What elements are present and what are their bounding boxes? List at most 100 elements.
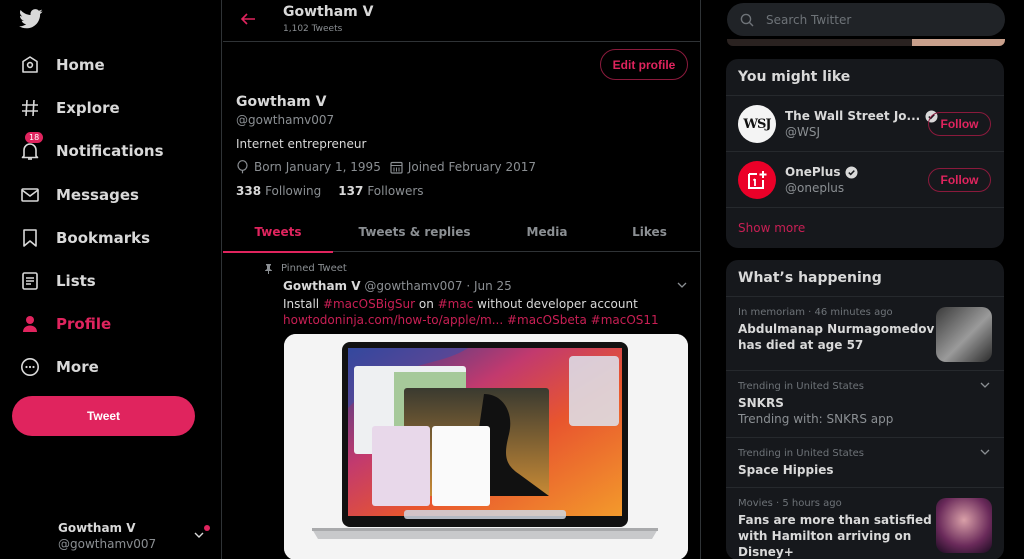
tweet-author[interactable]: Gowtham V (283, 279, 361, 293)
calendar-icon (390, 161, 403, 174)
followers-label: Followers (367, 184, 424, 198)
follow-suggestion[interactable]: WSJ The Wall Street Jo... @WSJ Follow (726, 96, 1004, 152)
profile-tabs: Tweets Tweets & replies Media Likes (223, 211, 701, 253)
follow-button[interactable]: Follow (928, 112, 991, 136)
nav-item-label: Bookmarks (56, 229, 151, 247)
tab-media[interactable]: Media (496, 211, 598, 252)
nav-item-label: Profile (56, 315, 112, 333)
avatar: WSJ (738, 105, 776, 143)
following-count: 338 (236, 184, 262, 198)
hashtag-icon (19, 97, 41, 119)
hashtag-link[interactable]: #macOSbeta (507, 313, 587, 327)
whats-happening-card: What’s happening In memoriam · 46 minute… (726, 260, 1004, 559)
pinned-label: Pinned Tweet (264, 263, 347, 274)
account-name-row: The Wall Street Jo... (785, 109, 938, 123)
trend-subtitle: Trending with: SNKRS app (738, 412, 894, 426)
tweet-separator: · (466, 279, 471, 293)
nav-item-home[interactable]: Home (19, 50, 105, 80)
follow-suggestion[interactable]: OnePlus @oneplus Follow (726, 152, 1004, 208)
header-title: Gowtham V (283, 4, 374, 20)
tweet-date[interactable]: Jun 25 (474, 279, 512, 293)
following-label: Following (265, 184, 322, 198)
tweet-header: Gowtham V @gowthamv007 · Jun 25 (283, 279, 512, 293)
bookmark-icon (19, 227, 41, 249)
more-circle-icon (19, 356, 41, 378)
tweet-media-image[interactable] (284, 334, 688, 559)
unread-dot (204, 525, 210, 531)
twitter-bird-icon[interactable] (19, 9, 45, 31)
tweet-text-part: on (415, 297, 438, 311)
verified-badge-icon (845, 166, 858, 178)
nav-item-notifications[interactable]: 18 Notifications (19, 132, 164, 166)
follow-button[interactable]: Follow (928, 168, 991, 192)
back-arrow-icon[interactable] (239, 10, 257, 28)
search-icon (740, 13, 754, 26)
nav-item-label: Home (56, 56, 105, 74)
search-input[interactable] (766, 12, 986, 27)
url-link[interactable]: howtodoninja.com/how-to/apple/m... (283, 313, 503, 327)
account-handle: @oneplus (785, 181, 845, 195)
birthdate: Born January 1, 1995 (254, 160, 381, 174)
nav-item-explore[interactable]: Explore (19, 93, 120, 123)
who-to-follow-card: You might like WSJ The Wall Street Jo...… (726, 59, 1004, 248)
pinned-text: Pinned Tweet (281, 263, 347, 274)
hashtag-link[interactable]: #macOSBigSur (323, 297, 415, 311)
tweet-text: Install #macOSBigSur on #mac without dev… (283, 296, 659, 328)
nav-item-label: Explore (56, 99, 120, 117)
pin-icon (265, 263, 272, 274)
left-navigation: Home Explore 18 Notifications Messages B… (0, 0, 222, 559)
nav-item-label: More (56, 358, 99, 376)
chevron-down-icon[interactable] (193, 530, 205, 540)
nav-item-bookmarks[interactable]: Bookmarks (19, 223, 150, 253)
trend-thumbnail (936, 307, 992, 362)
nav-item-label: Notifications (56, 142, 164, 160)
home-icon (19, 54, 41, 76)
trend-title: Space Hippies (738, 463, 834, 477)
account-switcher[interactable]: Gowtham V @gowthamv007 (58, 521, 156, 551)
notification-badge: 18 (25, 132, 44, 143)
tweet-handle: @gowthamv007 (364, 279, 463, 293)
avatar (738, 161, 776, 199)
nav-item-lists[interactable]: Lists (19, 266, 96, 296)
hashtag-link[interactable]: #mac (438, 297, 474, 311)
tweet-menu-chevron-icon[interactable] (676, 280, 688, 290)
trend-title: SNKRS (738, 396, 784, 410)
profile-header-bar: Gowtham V 1,102 Tweets (223, 0, 700, 42)
trend-context: Trending in United States (738, 381, 865, 392)
trend-item[interactable]: Trending in United States SNKRS Trending… (726, 371, 1004, 438)
trend-context: Trending in United States (738, 448, 865, 459)
trend-item[interactable]: In memoriam · 46 minutes ago Abdulmanap … (726, 297, 1004, 371)
macbook-illustration (284, 334, 688, 559)
trend-item[interactable]: Movies · 5 hours ago Fans are more than … (726, 488, 1004, 559)
chevron-down-icon[interactable] (979, 448, 991, 456)
nav-item-messages[interactable]: Messages (19, 180, 139, 210)
show-more-link[interactable]: Show more (726, 208, 1004, 248)
tab-tweets-replies[interactable]: Tweets & replies (333, 211, 496, 252)
tab-likes[interactable]: Likes (598, 211, 701, 252)
oneplus-logo-icon (748, 171, 767, 189)
account-name: The Wall Street Jo... (785, 109, 921, 123)
tweet-count: 1,102 Tweets (283, 24, 343, 34)
join-date: Joined February 2017 (407, 160, 536, 174)
followers-link[interactable]: 137 Followers (338, 184, 423, 198)
bell-icon: 18 (19, 132, 44, 162)
search-box[interactable] (727, 3, 1005, 36)
trend-thumbnail (936, 498, 992, 553)
following-link[interactable]: 338 Following (236, 184, 321, 198)
trend-item[interactable]: Trending in United States Space Hippies (726, 438, 1004, 488)
profile-bio: Internet entrepreneur (236, 137, 367, 151)
edit-profile-button[interactable]: Edit profile (600, 49, 688, 80)
nav-item-more[interactable]: More (19, 352, 99, 382)
account-handle: @gowthamv007 (58, 537, 157, 551)
chevron-down-icon[interactable] (979, 381, 991, 389)
profile-name: Gowtham V (236, 94, 327, 110)
nav-item-profile[interactable]: Profile (19, 309, 111, 339)
follow-stats: 338 Following 137 Followers (236, 184, 441, 198)
trend-title: Abdulmanap Nurmagomedov has died at age … (738, 322, 935, 352)
tweet-button[interactable]: Tweet (12, 396, 195, 436)
account-name: OnePlus (785, 165, 841, 179)
right-sidebar: You might like WSJ The Wall Street Jo...… (702, 0, 1024, 559)
trending-media-strip (727, 39, 1005, 46)
tab-tweets[interactable]: Tweets (223, 211, 333, 253)
hashtag-link[interactable]: #macOS11 (591, 313, 659, 327)
